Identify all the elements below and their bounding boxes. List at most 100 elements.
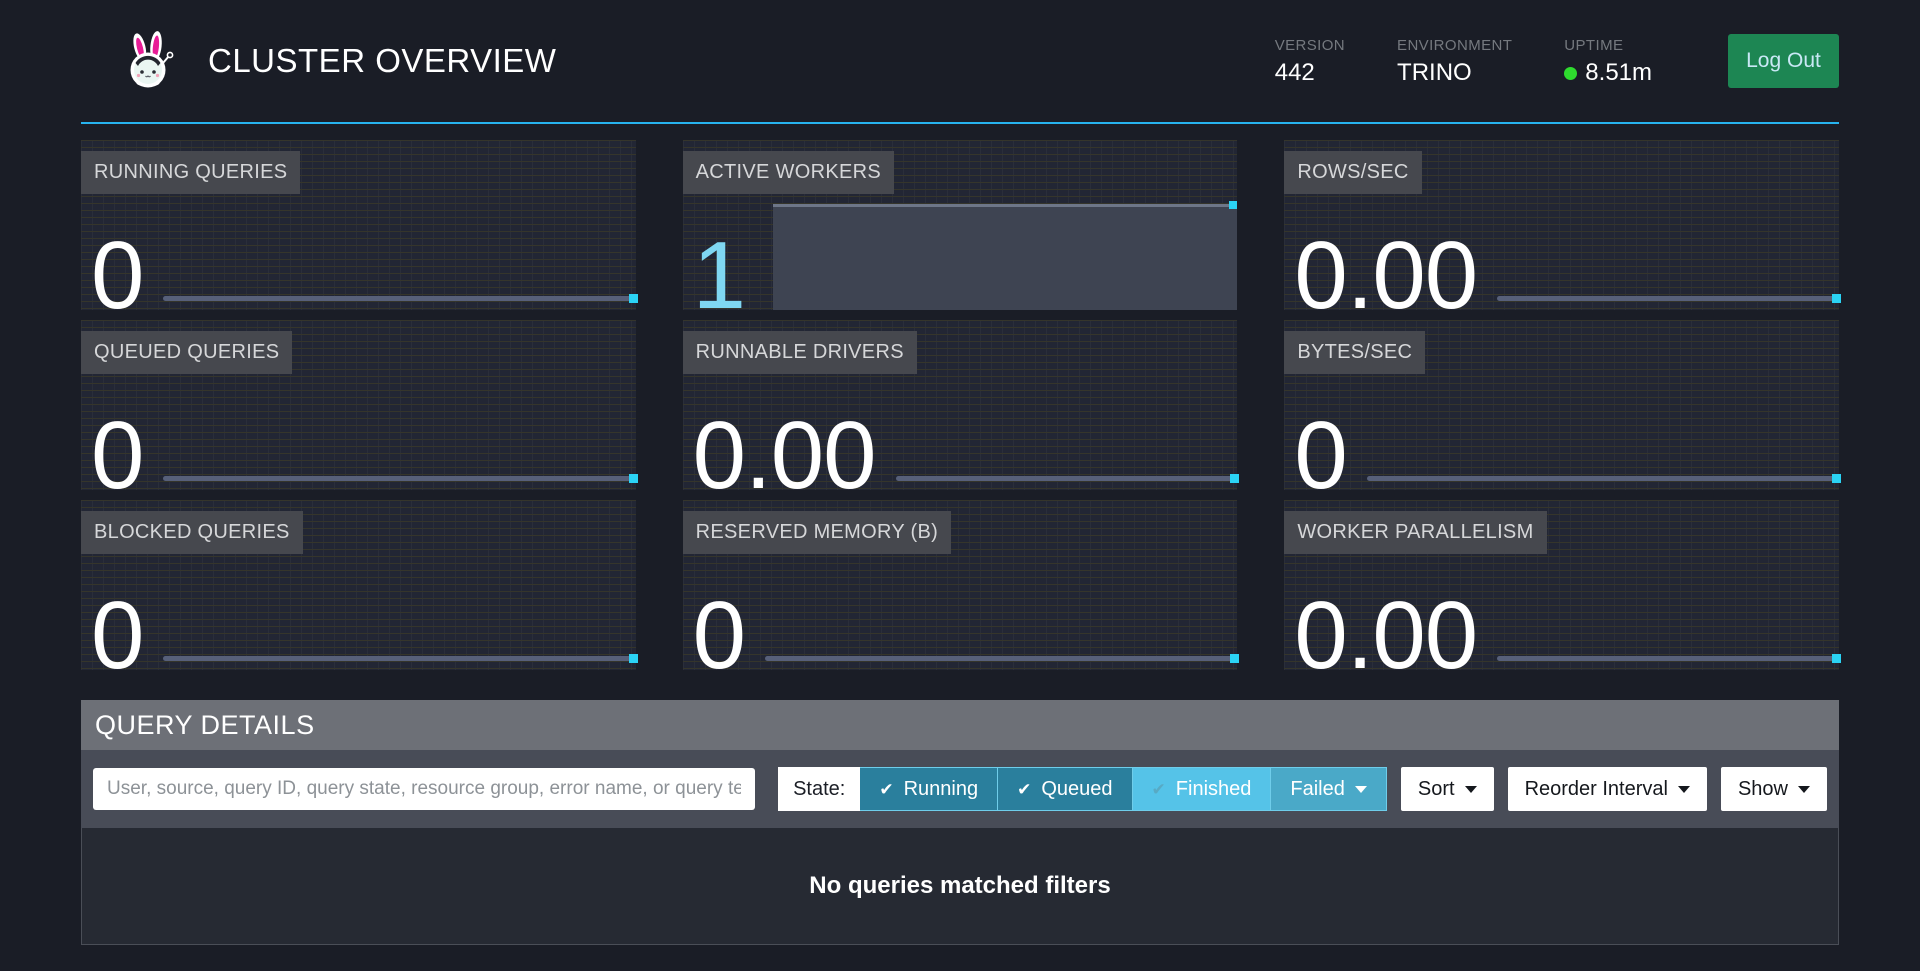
stat-card-active-workers: ACTIVE WORKERS 1 (683, 140, 1238, 310)
filter-running-label: Running (904, 778, 979, 801)
sparkline-line (163, 656, 635, 661)
uptime-value: 8.51m (1585, 61, 1652, 85)
filter-queued-button[interactable]: ✔ Queued (998, 767, 1132, 811)
query-details-title: QUERY DETAILS (81, 700, 1839, 750)
stat-value: 0.00 (1294, 588, 1477, 684)
stat-label: WORKER PARALLELISM (1284, 511, 1546, 554)
cluster-overview-page: CLUSTER OVERVIEW VERSION 442 ENVIRONMENT… (81, 0, 1839, 945)
stat-card-queued-queries: QUEUED QUERIES 0 (81, 320, 636, 490)
stat-value: 0 (1294, 408, 1346, 504)
environment-info: ENVIRONMENT TRINO (1397, 37, 1512, 85)
stat-value: 1 (693, 228, 745, 324)
stat-label: ACTIVE WORKERS (683, 151, 894, 194)
stat-value: 0 (91, 408, 143, 504)
stat-label: BYTES/SEC (1284, 331, 1425, 374)
header-right: VERSION 442 ENVIRONMENT TRINO UPTIME 8.5… (1275, 34, 1839, 88)
filter-failed-dropdown-button[interactable]: Failed (1271, 767, 1386, 811)
sparkline (163, 476, 635, 481)
stat-value: 0 (91, 588, 143, 684)
reorder-interval-label: Reorder Interval (1525, 778, 1668, 801)
sparkline-line (765, 656, 1237, 661)
filter-running-button[interactable]: ✔ Running (860, 767, 998, 811)
stat-card-bytes-sec: BYTES/SEC 0 (1284, 320, 1839, 490)
stat-card-reserved-memory: RESERVED MEMORY (B) 0 (683, 500, 1238, 670)
sort-label: Sort (1418, 778, 1455, 801)
stat-label: QUEUED QUERIES (81, 331, 292, 374)
sparkline-dot (1230, 654, 1239, 663)
stat-card-running-queries: RUNNING QUERIES 0 (81, 140, 636, 310)
version-label: VERSION (1275, 37, 1345, 54)
sparkline-dot (1832, 474, 1841, 483)
query-search-input[interactable] (93, 768, 755, 810)
stat-value: 0 (91, 228, 143, 324)
sparkline-dot (1229, 201, 1237, 209)
sparkline-dot (1832, 654, 1841, 663)
caret-down-icon (1355, 786, 1367, 793)
stat-label: BLOCKED QUERIES (81, 511, 303, 554)
sparkline-dot (629, 654, 638, 663)
reorder-interval-button[interactable]: Reorder Interval (1508, 767, 1707, 811)
state-filter-label: State: (778, 767, 860, 811)
sparkline-dot (1230, 474, 1239, 483)
sort-button[interactable]: Sort (1401, 767, 1494, 811)
uptime-label: UPTIME (1564, 37, 1652, 54)
sparkline-line (1497, 656, 1839, 661)
sparkline-dot (629, 474, 638, 483)
sparkline (163, 296, 635, 301)
filter-finished-button[interactable]: ✔ Finished (1133, 767, 1272, 811)
stat-card-runnable-drivers: RUNNABLE DRIVERS 0.00 (683, 320, 1238, 490)
version-info: VERSION 442 (1275, 37, 1345, 85)
sparkline-line (1497, 296, 1839, 301)
stat-value: 0.00 (1294, 228, 1477, 324)
sparkline-line (896, 476, 1238, 481)
sparkline (765, 656, 1237, 661)
trino-bunny-logo-icon (123, 30, 175, 92)
stat-value: 0 (693, 588, 745, 684)
sparkline (163, 656, 635, 661)
caret-down-icon (1798, 786, 1810, 793)
stat-label: RUNNING QUERIES (81, 151, 300, 194)
empty-state-message: No queries matched filters (809, 872, 1110, 900)
uptime-status-dot-icon (1564, 67, 1577, 80)
uptime-info: UPTIME 8.51m (1564, 37, 1652, 85)
check-icon: ✔ (1017, 781, 1031, 798)
sparkline (1367, 476, 1839, 481)
stat-card-worker-parallelism: WORKER PARALLELISM 0.00 (1284, 500, 1839, 670)
show-label: Show (1738, 778, 1788, 801)
log-out-button[interactable]: Log Out (1728, 34, 1839, 88)
uptime-value-row: 8.51m (1564, 61, 1652, 85)
version-value: 442 (1275, 61, 1345, 85)
sparkline (896, 476, 1238, 481)
sparkline (1497, 296, 1839, 301)
header: CLUSTER OVERVIEW VERSION 442 ENVIRONMENT… (81, 0, 1839, 122)
environment-label: ENVIRONMENT (1397, 37, 1512, 54)
sparkline (1497, 656, 1839, 661)
state-filter-group: State: ✔ Running ✔ Queued ✔ Finished Fai… (778, 767, 1387, 811)
query-details-section: QUERY DETAILS State: ✔ Running ✔ Queued … (81, 700, 1839, 945)
page-title: CLUSTER OVERVIEW (208, 42, 556, 80)
header-left: CLUSTER OVERVIEW (123, 30, 556, 92)
sparkline-line (1367, 476, 1839, 481)
check-icon: ✔ (1152, 781, 1166, 798)
stat-label: RESERVED MEMORY (B) (683, 511, 951, 554)
sparkline-dot (1832, 294, 1841, 303)
stat-label: RUNNABLE DRIVERS (683, 331, 917, 374)
query-filter-toolbar: State: ✔ Running ✔ Queued ✔ Finished Fai… (81, 750, 1839, 828)
trino-bunny-logo-svg (123, 30, 175, 92)
sparkline-dot (629, 294, 638, 303)
stat-card-rows-sec: ROWS/SEC 0.00 (1284, 140, 1839, 310)
sparkline-line (163, 296, 635, 301)
caret-down-icon (1678, 786, 1690, 793)
filter-failed-label: Failed (1290, 778, 1344, 801)
stat-value: 0.00 (693, 408, 876, 504)
area-sparkline (773, 204, 1237, 310)
stat-card-blocked-queries: BLOCKED QUERIES 0 (81, 500, 636, 670)
stats-grid: RUNNING QUERIES 0 ACTIVE WORKERS 1 ROWS/… (81, 140, 1839, 670)
stat-label: ROWS/SEC (1284, 151, 1421, 194)
filter-queued-label: Queued (1041, 778, 1112, 801)
header-divider (81, 122, 1839, 124)
check-icon: ✔ (879, 781, 893, 798)
environment-value: TRINO (1397, 61, 1512, 85)
show-button[interactable]: Show (1721, 767, 1827, 811)
caret-down-icon (1465, 786, 1477, 793)
